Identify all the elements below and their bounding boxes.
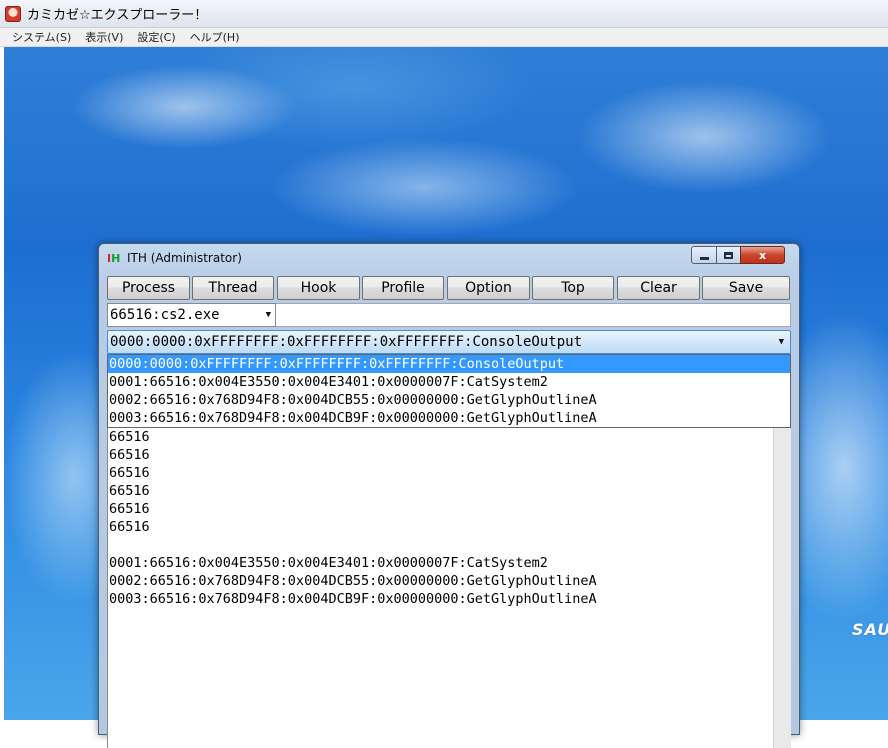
output-textarea[interactable]: 66516 66516 66516 66516 66516 66516 0001…	[107, 428, 774, 748]
ith-titlebar[interactable]: IH ITH (Administrator) x	[99, 244, 799, 272]
output-line: 0003:66516:0x768D94F8:0x004DCB9F:0x00000…	[109, 591, 597, 607]
ith-icon-letter-h: H	[111, 252, 121, 265]
minimize-button[interactable]	[691, 246, 717, 264]
output-line: 66516	[109, 483, 150, 499]
app-title: カミカゼ☆エクスプローラー！	[27, 8, 208, 23]
hook-select[interactable]: 0000:0000:0xFFFFFFFF:0xFFFFFFFF:0xFFFFFF…	[107, 330, 791, 354]
menu-help[interactable]: ヘルプ(H)	[183, 29, 247, 45]
process-button[interactable]: Process	[107, 276, 190, 300]
menu-settings[interactable]: 設定(C)	[130, 29, 182, 45]
output-line: 0001:66516:0x004E3550:0x004E3401:0x00000…	[109, 555, 548, 571]
hook-option[interactable]: 0002:66516:0x768D94F8:0x004DCB55:0x00000…	[108, 391, 790, 409]
hook-option[interactable]: 0000:0000:0xFFFFFFFF:0xFFFFFFFF:0xFFFFFF…	[108, 355, 790, 373]
hook-dropdown-list: 0000:0000:0xFFFFFFFF:0xFFFFFFFF:0xFFFFFF…	[107, 354, 791, 428]
option-button[interactable]: Option	[447, 276, 530, 300]
background-logo: SAU	[852, 620, 888, 639]
app-titlebar: カミカゼ☆エクスプローラー！	[0, 0, 888, 28]
menubar: システム(S) 表示(V) 設定(C) ヘルプ(H)	[0, 28, 888, 47]
process-info-field	[276, 303, 791, 327]
output-scrollbar[interactable]	[773, 428, 791, 748]
ith-app-icon: IH	[107, 252, 123, 266]
hook-option[interactable]: 0003:66516:0x768D94F8:0x004DCB9F:0x00000…	[108, 409, 790, 427]
hook-select-value: 0000:0000:0xFFFFFFFF:0xFFFFFFFF:0xFFFFFF…	[110, 334, 583, 350]
output-line: 66516	[109, 447, 150, 463]
output-line: 66516	[109, 519, 150, 535]
hook-button[interactable]: Hook	[277, 276, 360, 300]
minimize-icon	[699, 256, 709, 260]
ith-window: IH ITH (Administrator) x Process Thread …	[98, 243, 800, 748]
ith-toolbar: Process Thread Hook Profile Option Top C…	[107, 276, 791, 300]
app-icon	[5, 5, 21, 22]
save-button[interactable]: Save	[702, 276, 790, 300]
output-line: 0002:66516:0x768D94F8:0x004DCB55:0x00000…	[109, 573, 597, 589]
process-select[interactable]: 66516:cs2.exe ▼	[107, 303, 276, 327]
menu-system[interactable]: システム(S)	[0, 29, 78, 45]
maximize-button[interactable]	[716, 246, 741, 264]
clear-button[interactable]: Clear	[617, 276, 700, 300]
ith-window-title: ITH (Administrator)	[127, 251, 242, 265]
profile-button[interactable]: Profile	[362, 276, 444, 300]
output-line: 66516	[109, 465, 150, 481]
close-icon: x	[758, 248, 767, 262]
close-button[interactable]: x	[740, 246, 785, 264]
process-select-value: 66516:cs2.exe	[110, 307, 220, 323]
hook-option[interactable]: 0001:66516:0x004E3550:0x004E3401:0x00000…	[108, 373, 790, 391]
menu-view[interactable]: 表示(V)	[78, 29, 130, 45]
output-line: 66516	[109, 501, 150, 517]
top-button[interactable]: Top	[532, 276, 614, 300]
output-line: 66516	[109, 429, 150, 445]
maximize-icon	[724, 251, 733, 259]
chevron-down-icon: ▼	[778, 337, 784, 347]
thread-button[interactable]: Thread	[192, 276, 274, 300]
chevron-down-icon: ▼	[265, 310, 271, 320]
